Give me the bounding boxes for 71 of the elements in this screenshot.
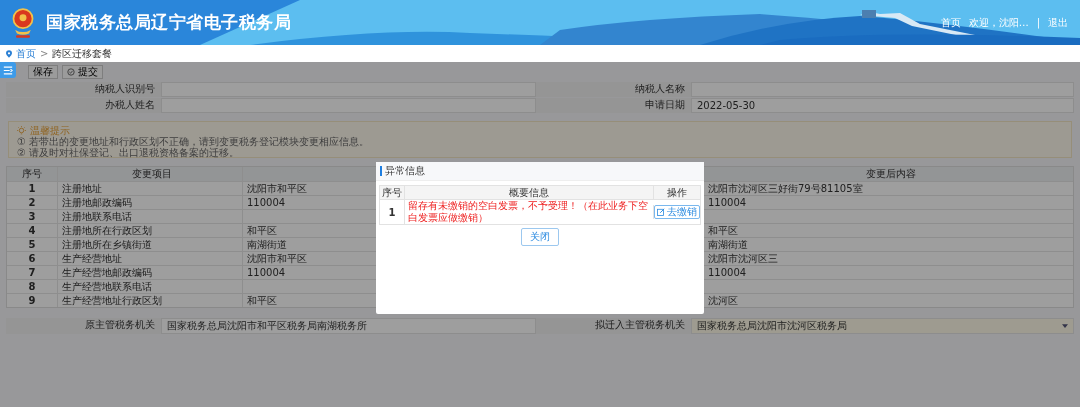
input-field[interactable]: 2022-05-30 — [691, 98, 1074, 113]
table-cell: 和平区 — [708, 225, 738, 236]
table-cell: 注册地所在乡镇街道 — [57, 238, 242, 251]
table-cell-text: 1 — [27, 182, 37, 195]
location-pin-icon — [6, 49, 12, 58]
site-title: 国家税务总局辽宁省电子税务局 — [46, 11, 291, 34]
column-header: 概要信息 — [404, 186, 653, 199]
menu-icon — [3, 65, 13, 75]
table-cell: 南湖街道 — [708, 239, 748, 250]
input-field[interactable]: 国家税务总局沈阳市和平区税务局南湖税务所 — [161, 318, 536, 334]
field-label: 纳税人名称 — [536, 82, 691, 97]
submit-button[interactable]: 提交 — [62, 65, 103, 79]
separator-text: | — [1036, 17, 1040, 28]
table-cell: 注册地联系电话 — [57, 210, 242, 223]
table-cell: 生产经营地址 — [57, 252, 242, 265]
dialog-title: 异常信息 — [380, 166, 425, 176]
save-button[interactable]: 保存 — [28, 65, 58, 79]
close-button[interactable]: 关闭 — [521, 228, 559, 246]
table-cell: 注册地所在行政区划 — [57, 224, 242, 237]
table-cell: 沈阳市和平区 — [247, 253, 307, 264]
check-circle-icon — [67, 68, 75, 76]
table-cell-text: 1 — [387, 205, 397, 219]
table-cell-text: 7 — [27, 266, 37, 279]
table-cell: 沈阳市沈河区三好街79号81105室 — [708, 183, 863, 194]
menu-toggle-button[interactable] — [0, 62, 16, 78]
column-header: 序号 — [381, 186, 403, 199]
table-cell-text: 9 — [27, 294, 37, 307]
office-dropdown[interactable]: 国家税务总局沈阳市沈河区税务局 — [691, 318, 1074, 334]
table-cell: 注册地址 — [57, 182, 242, 195]
tip-text: ② 请及时对社保登记、出口退税资格备案的迁移。 — [17, 147, 241, 158]
column-header: 操作 — [653, 186, 700, 199]
tip-text: ① 若带出的变更地址和行政区划不正确，请到变更税务登记模块变更相应信息。 — [17, 136, 371, 147]
breadcrumb-separator: > — [40, 48, 49, 59]
error-message: 留存有未缴销的空白发票，不予受理！（在此业务下空白发票应做缴销） — [404, 200, 653, 224]
table-cell: 南湖街道 — [247, 239, 287, 250]
field-value: 2022-05-30 — [697, 100, 756, 111]
table-cell: 110004 — [708, 267, 747, 278]
table-cell: 生产经营地址行政区划 — [57, 294, 242, 307]
table-cell: 注册地邮政编码 — [57, 196, 242, 209]
table-cell: 沈阳市和平区 — [247, 183, 307, 194]
lightbulb-icon — [17, 126, 26, 135]
table-cell: 110004 — [708, 197, 747, 208]
welcome-text: 欢迎，沈阳… — [968, 15, 1029, 30]
breadcrumb-home-link[interactable]: 首页 — [16, 46, 36, 61]
table-cell: 沈阳市沈河区三 — [708, 253, 778, 264]
table-cell: 和平区 — [247, 225, 277, 236]
breadcrumb-current: 跨区迁移套餐 — [52, 46, 113, 61]
column-header: 序号 — [21, 167, 43, 181]
table-cell: 沈河区 — [708, 295, 738, 306]
emblem-icon — [10, 6, 36, 39]
column-header: 变更项目 — [57, 167, 242, 181]
table-cell-text: 3 — [27, 210, 37, 223]
field-label: 原主管税务机关 — [6, 318, 161, 334]
cancel-invoice-button[interactable]: 去缴销 — [654, 205, 700, 219]
table-cell-text: 8 — [27, 280, 37, 293]
table-cell: 和平区 — [247, 295, 277, 306]
caret-icon — [1062, 324, 1068, 328]
edit-icon — [657, 208, 665, 216]
table-cell-text: 5 — [27, 238, 37, 251]
table-cell-text: 4 — [27, 224, 37, 237]
field-label: 申请日期 — [536, 98, 691, 113]
table-cell: 110004 — [247, 267, 286, 278]
field-label: 办税人姓名 — [6, 98, 161, 113]
field-label: 纳税人识别号 — [6, 82, 161, 97]
table-cell-text: 6 — [27, 252, 37, 265]
field-label: 拟迁入主管税务机关 — [536, 318, 691, 334]
tips-title: 温馨提示 — [30, 125, 70, 136]
table-cell: 110004 — [247, 197, 286, 208]
table-cell: 生产经营地联系电话 — [57, 280, 242, 293]
table-cell-text: 2 — [27, 196, 37, 209]
table-cell: 生产经营地邮政编码 — [57, 266, 242, 279]
